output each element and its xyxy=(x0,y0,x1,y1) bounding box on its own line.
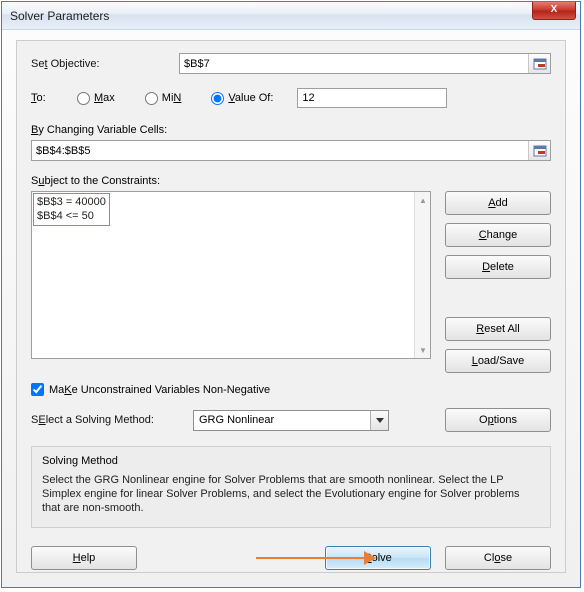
help-title: Solving Method xyxy=(42,455,540,467)
scroll-down-icon[interactable]: ▼ xyxy=(415,342,431,358)
close-icon: X xyxy=(551,4,558,15)
objective-input[interactable] xyxy=(180,54,528,73)
method-select[interactable]: GRG Nonlinear xyxy=(193,410,389,431)
to-max-input[interactable] xyxy=(77,92,90,105)
to-valueof-label: Value Of: xyxy=(228,92,273,104)
help-button[interactable]: Help xyxy=(31,546,137,570)
to-min-label: MiN xyxy=(162,92,182,104)
to-max-radio[interactable]: Max xyxy=(77,92,115,105)
nonneg-checkbox[interactable] xyxy=(31,383,44,396)
objective-ref-button[interactable] xyxy=(528,54,550,73)
set-objective-label: Set Objective: xyxy=(31,58,179,70)
method-value: GRG Nonlinear xyxy=(199,414,274,426)
delete-button[interactable]: Delete xyxy=(445,255,551,279)
solving-method-help: Solving Method Select the GRG Nonlinear … xyxy=(31,446,551,528)
dialog-content: Set Objective: To: Max MiN xyxy=(16,40,566,573)
method-label: SElect a Solving Method: xyxy=(31,414,179,426)
value-of-input[interactable] xyxy=(297,88,447,108)
chevron-down-icon xyxy=(376,418,384,423)
to-max-label: Max xyxy=(94,92,115,104)
changing-cells-input-wrap xyxy=(31,140,551,161)
close-button[interactable]: Close xyxy=(445,546,551,570)
objective-input-wrap xyxy=(179,53,551,74)
window-close-button[interactable]: X xyxy=(532,2,576,20)
to-min-radio[interactable]: MiN xyxy=(145,92,182,105)
nonneg-label: MaKe Unconstrained Variables Non-Negativ… xyxy=(49,384,270,396)
constraints-listbox[interactable]: $B$3 = 40000 $B$4 <= 50 ▲ ▼ xyxy=(31,191,431,359)
to-min-input[interactable] xyxy=(145,92,158,105)
constraints-label: Subject to the Constraints: xyxy=(31,175,551,187)
solve-button[interactable]: Solve xyxy=(325,546,431,570)
constraint-buttons: Add Change Delete Reset All Load/Save xyxy=(445,191,551,373)
options-button[interactable]: Options xyxy=(445,408,551,432)
changing-cells-ref-button[interactable] xyxy=(528,141,550,160)
solver-parameters-dialog: Solver Parameters X Set Objective: To: xyxy=(1,1,581,588)
add-button[interactable]: Add xyxy=(445,191,551,215)
change-button[interactable]: Change xyxy=(445,223,551,247)
changing-cells-label: By Changing Variable Cells: xyxy=(31,124,551,136)
reset-all-button[interactable]: Reset All xyxy=(445,317,551,341)
dialog-footer: Help Solve Close xyxy=(31,546,551,570)
to-label: To: xyxy=(31,92,77,104)
listbox-scrollbar[interactable]: ▲ ▼ xyxy=(414,192,430,358)
titlebar[interactable]: Solver Parameters X xyxy=(2,2,580,30)
range-selector-icon xyxy=(533,58,547,70)
constraint-item[interactable]: $B$4 <= 50 xyxy=(37,209,106,223)
constraints-highlight: $B$3 = 40000 $B$4 <= 50 xyxy=(33,193,110,226)
window-title: Solver Parameters xyxy=(10,9,109,23)
load-save-button[interactable]: Load/Save xyxy=(445,349,551,373)
constraint-item[interactable]: $B$3 = 40000 xyxy=(37,195,106,209)
help-body: Select the GRG Nonlinear engine for Solv… xyxy=(42,473,540,515)
to-valueof-input[interactable] xyxy=(211,92,224,105)
to-valueof-radio[interactable]: Value Of: xyxy=(211,92,273,105)
changing-cells-input[interactable] xyxy=(32,141,528,160)
method-dropdown-button[interactable] xyxy=(370,411,388,430)
range-selector-icon xyxy=(533,145,547,157)
scroll-up-icon[interactable]: ▲ xyxy=(415,192,431,208)
